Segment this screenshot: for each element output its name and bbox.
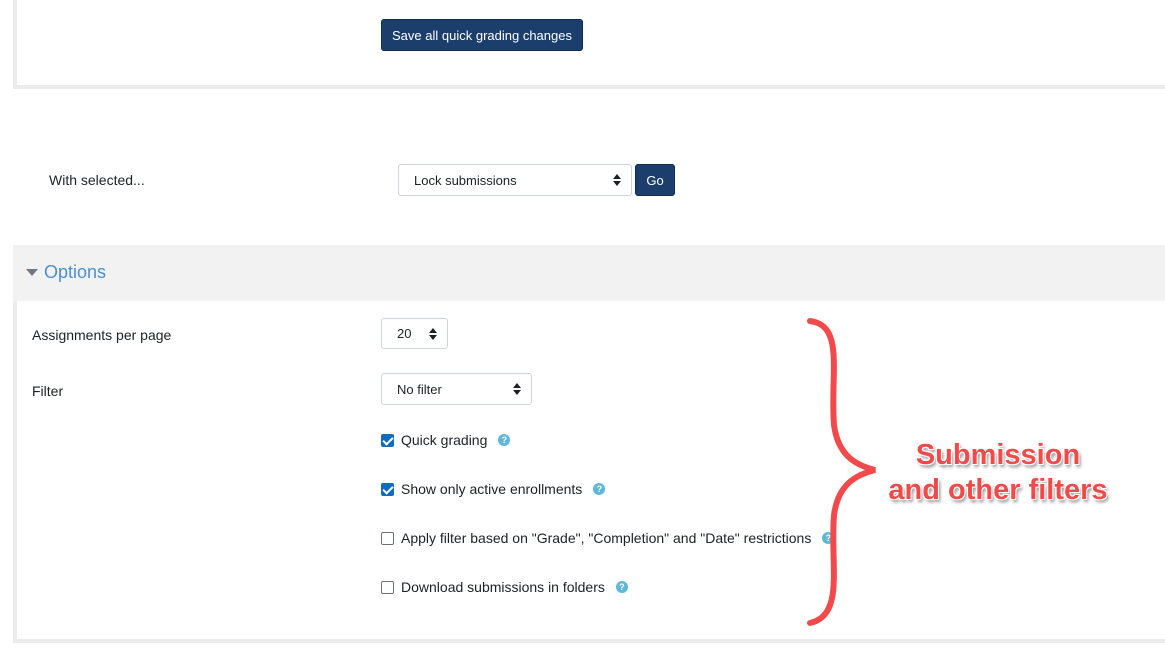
per-page-value: 20 xyxy=(397,326,412,341)
quick-grading-checkbox[interactable] xyxy=(381,433,394,447)
filter-label: Filter xyxy=(32,383,64,399)
help-icon[interactable]: ? xyxy=(615,581,628,593)
select-arrows-icon xyxy=(513,383,521,395)
annotation-line-2: and other filters xyxy=(888,474,1108,506)
apply-restrictions-checkbox[interactable] xyxy=(381,531,394,545)
assignments-per-page-select[interactable]: 20 xyxy=(381,318,448,349)
filter-value: No filter xyxy=(397,381,442,397)
annotation-text: Submission and other filters xyxy=(878,438,1118,508)
quick-grading-option: Quick grading ? xyxy=(381,432,511,448)
apply-restrictions-option: Apply filter based on "Grade", "Completi… xyxy=(381,530,835,546)
caret-down-icon[interactable] xyxy=(26,269,38,276)
options-title[interactable]: Options xyxy=(44,262,106,283)
go-button[interactable]: Go xyxy=(635,164,675,196)
help-icon[interactable]: ? xyxy=(498,434,511,446)
apply-restrictions-label[interactable]: Apply filter based on "Grade", "Completi… xyxy=(401,530,811,546)
download-folders-label[interactable]: Download submissions in folders xyxy=(401,579,605,595)
help-icon[interactable]: ? xyxy=(593,483,606,495)
bulk-action-value: Lock submissions xyxy=(414,172,517,188)
options-section-header[interactable]: Options xyxy=(13,245,1165,301)
curly-brace-icon xyxy=(807,318,876,626)
with-selected-label: With selected... xyxy=(49,172,145,188)
download-folders-checkbox[interactable] xyxy=(381,580,394,594)
annotation-line-1: Submission xyxy=(915,439,1081,471)
save-quick-grading-button[interactable]: Save all quick grading changes xyxy=(381,19,583,51)
download-folders-option: Download submissions in folders ? xyxy=(381,579,628,595)
active-enrollments-checkbox[interactable] xyxy=(381,482,394,496)
quick-grading-label[interactable]: Quick grading xyxy=(401,432,487,448)
select-arrows-icon xyxy=(613,174,621,186)
assignments-per-page-label: Assignments per page xyxy=(32,327,172,343)
select-arrows-icon xyxy=(429,327,437,340)
filter-select[interactable]: No filter xyxy=(381,373,532,405)
top-panel xyxy=(13,0,1165,89)
active-enrollments-label[interactable]: Show only active enrollments xyxy=(401,481,582,497)
active-enrollments-option: Show only active enrollments ? xyxy=(381,481,606,497)
bulk-action-select[interactable]: Lock submissions xyxy=(398,164,632,196)
